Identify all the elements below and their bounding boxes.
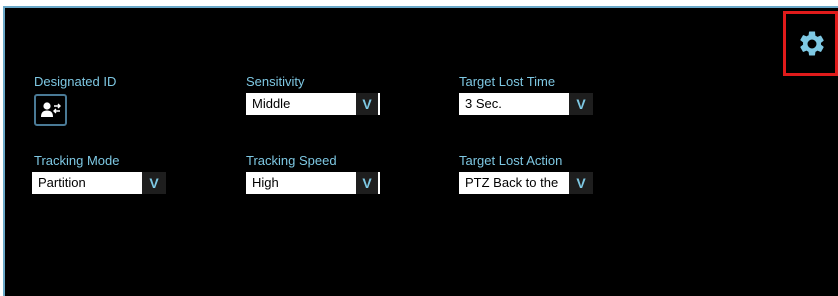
chevron-down-icon[interactable]: V	[142, 172, 166, 194]
target-lost-action-select[interactable]: PTZ Back to the V	[459, 172, 593, 194]
chevron-down-icon[interactable]: V	[356, 93, 380, 115]
designated-id-label: Designated ID	[34, 74, 117, 89]
designated-id-button[interactable]	[34, 94, 67, 126]
sensitivity-value: Middle	[246, 93, 356, 115]
chevron-down-icon[interactable]: V	[569, 172, 593, 194]
target-lost-time-label: Target Lost Time	[459, 74, 556, 89]
sensitivity-label: Sensitivity	[246, 74, 305, 89]
tracking-speed-value: High	[246, 172, 356, 194]
chevron-down-icon[interactable]: V	[356, 172, 380, 194]
target-lost-action-value: PTZ Back to the	[459, 172, 569, 194]
target-lost-time-select[interactable]: 3 Sec. V	[459, 93, 593, 115]
sensitivity-select[interactable]: Middle V	[246, 93, 380, 115]
settings-gear-button[interactable]	[783, 11, 838, 76]
tracking-mode-select[interactable]: Partition V	[32, 172, 166, 194]
tracking-speed-select[interactable]: High V	[246, 172, 380, 194]
tracking-settings-panel	[3, 6, 838, 296]
tracking-speed-label: Tracking Speed	[246, 153, 337, 168]
tracking-mode-value: Partition	[32, 172, 142, 194]
target-lost-time-value: 3 Sec.	[459, 93, 569, 115]
person-swap-icon	[41, 102, 61, 117]
gear-icon	[800, 31, 824, 56]
tracking-mode-label: Tracking Mode	[34, 153, 120, 168]
target-lost-action-label: Target Lost Action	[459, 153, 563, 168]
chevron-down-icon[interactable]: V	[569, 93, 593, 115]
